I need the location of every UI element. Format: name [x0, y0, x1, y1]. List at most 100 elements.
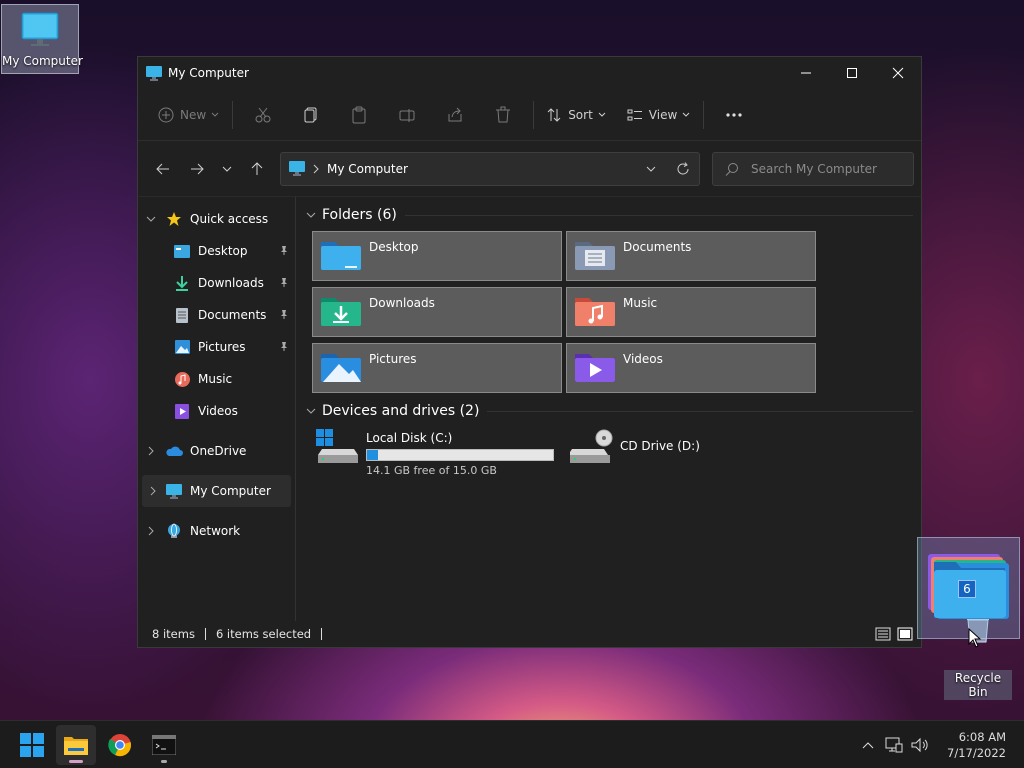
share-button[interactable] — [431, 97, 479, 133]
back-button[interactable] — [148, 154, 178, 184]
search-box[interactable] — [712, 151, 914, 186]
file-explorer-window: My Computer New Sort View My Computer Se… — [137, 56, 922, 648]
sidebar-item-my-computer[interactable]: My Computer — [142, 475, 291, 507]
drive-local-disk-c[interactable]: Local Disk (C:) 14.1 GB free of 15.0 GB — [316, 429, 556, 479]
title-bar[interactable]: My Computer — [138, 57, 921, 89]
navigation-bar: My Computer — [138, 141, 921, 197]
folder-label: Videos — [623, 352, 663, 366]
view-button[interactable]: View — [621, 97, 697, 133]
sidebar-item-quick-access[interactable]: Quick access — [138, 203, 295, 235]
refresh-button[interactable] — [667, 153, 699, 185]
forward-button[interactable] — [182, 154, 212, 184]
navigation-pane[interactable]: Quick access Desktop Downloads Documents… — [138, 197, 296, 621]
chevron-right-icon — [148, 446, 154, 456]
sidebar-item-videos[interactable]: Videos — [138, 395, 295, 427]
drive-cd-d[interactable]: CD Drive (D:) — [570, 429, 810, 479]
sidebar-item-downloads[interactable]: Downloads — [138, 267, 295, 299]
sidebar-item-label: Music — [198, 372, 233, 386]
sidebar-item-desktop[interactable]: Desktop — [138, 235, 295, 267]
sidebar-item-music[interactable]: Music — [138, 363, 295, 395]
volume-button[interactable] — [907, 737, 933, 753]
details-view-icon[interactable] — [875, 627, 891, 641]
folder-tile-pictures[interactable]: Pictures — [312, 343, 562, 393]
network-status-button[interactable] — [881, 737, 907, 753]
download-icon — [176, 276, 188, 291]
folder-tile-music[interactable]: Music — [566, 287, 816, 337]
folder-tile-documents[interactable]: Documents — [566, 231, 816, 281]
recent-locations-button[interactable] — [212, 154, 242, 184]
paste-button[interactable] — [335, 97, 383, 133]
rename-icon — [399, 108, 415, 122]
videos-folder-icon — [575, 354, 615, 382]
taskbar-file-explorer[interactable] — [56, 724, 96, 765]
new-button[interactable]: New — [152, 97, 226, 133]
taskbar-terminal[interactable] — [144, 725, 184, 765]
star-icon — [167, 212, 181, 226]
sort-button[interactable]: Sort — [540, 97, 613, 133]
address-bar[interactable]: My Computer — [280, 151, 700, 186]
copy-icon — [304, 107, 317, 122]
pictures-folder-icon — [321, 354, 361, 382]
documents-folder-icon — [575, 242, 615, 270]
rename-button[interactable] — [383, 97, 431, 133]
taskbar-chrome[interactable] — [100, 725, 140, 765]
sidebar-item-label: Videos — [198, 404, 238, 418]
breadcrumb-my-computer[interactable]: My Computer — [327, 162, 408, 176]
chevron-up-icon — [862, 741, 874, 748]
chevron-down-icon — [646, 166, 656, 172]
chevron-down-icon — [598, 112, 606, 117]
sidebar-item-onedrive[interactable]: OneDrive — [138, 435, 295, 467]
sidebar-item-label: Desktop — [198, 244, 248, 258]
chevron-right-icon — [148, 526, 154, 536]
desktop-icon-label: Recycle Bin — [944, 670, 1012, 700]
cut-button[interactable] — [239, 97, 287, 133]
speaker-icon — [911, 737, 928, 752]
trash-icon — [496, 106, 511, 122]
more-icon — [726, 112, 742, 117]
drives-group-header[interactable]: Devices and drives (2) — [304, 399, 913, 423]
up-button[interactable] — [242, 154, 272, 184]
music-folder-icon — [575, 298, 615, 326]
drive-free-space: 14.1 GB free of 15.0 GB — [366, 464, 497, 477]
maximize-button[interactable] — [829, 57, 875, 89]
windows-logo-icon — [20, 732, 44, 757]
pin-icon — [281, 246, 287, 255]
sidebar-item-pictures[interactable]: Pictures — [138, 331, 295, 363]
folder-tile-videos[interactable]: Videos — [566, 343, 816, 393]
sidebar-item-label: OneDrive — [190, 444, 247, 458]
folder-label: Desktop — [369, 240, 419, 254]
music-icon — [174, 371, 190, 387]
copy-button[interactable] — [287, 97, 335, 133]
content-pane[interactable]: Folders (6) Desktop Documents Downloads — [296, 197, 921, 621]
minimize-button[interactable] — [783, 57, 829, 89]
more-options-button[interactable] — [710, 97, 758, 133]
clock[interactable]: 6:08 AM 7/17/2022 — [933, 729, 1024, 761]
pin-icon — [281, 310, 287, 319]
search-input[interactable] — [749, 160, 899, 177]
toolbar-divider — [533, 100, 535, 129]
folders-group-header[interactable]: Folders (6) — [304, 203, 913, 227]
item-count: 8 items — [152, 627, 195, 641]
toolbar-divider — [232, 100, 234, 129]
clipboard-icon — [352, 106, 366, 123]
plus-circle-icon — [158, 107, 174, 122]
cursor-icon — [968, 628, 982, 648]
delete-button[interactable] — [479, 97, 527, 133]
folder-tile-downloads[interactable]: Downloads — [312, 287, 562, 337]
new-label: New — [180, 107, 207, 122]
desktop-icon-my-computer[interactable]: My Computer — [1, 4, 83, 74]
cd-drive-icon — [570, 429, 613, 463]
tiles-view-icon[interactable] — [897, 627, 913, 641]
sidebar-item-documents[interactable]: Documents — [138, 299, 295, 331]
arrow-right-icon — [191, 163, 204, 174]
folders-grid: Desktop Documents Downloads Music Pictur… — [312, 231, 913, 393]
folder-label: Music — [623, 296, 658, 310]
sidebar-item-network[interactable]: Network — [138, 515, 295, 547]
show-hidden-icons-button[interactable] — [855, 741, 881, 749]
folder-tile-desktop[interactable]: Desktop — [312, 231, 562, 281]
start-button[interactable] — [12, 725, 52, 765]
close-button[interactable] — [875, 57, 921, 89]
share-icon — [448, 107, 462, 121]
address-dropdown-button[interactable] — [635, 153, 667, 185]
computer-icon — [21, 12, 59, 46]
